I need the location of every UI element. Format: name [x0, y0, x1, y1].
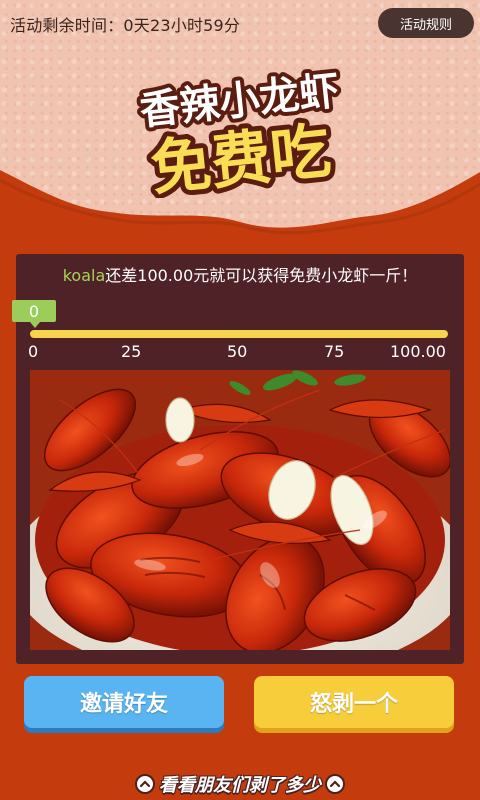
chevron-up-icon — [325, 774, 345, 794]
progress-message-text: 还差100.00元就可以获得免费小龙虾一斤！ — [105, 266, 418, 285]
tick-label: 0 — [28, 342, 39, 361]
tick-label: 50 — [227, 342, 248, 361]
tick-label: 100.00 — [390, 342, 446, 361]
crayfish-photo — [30, 370, 450, 650]
chevron-up-icon — [135, 774, 155, 794]
user-name: koala — [62, 266, 106, 285]
see-friends-label: 看看朋友们剥了多少 — [159, 775, 321, 796]
countdown-timer: 活动剩余时间：0天23小时59分 — [10, 16, 241, 35]
tick-label: 75 — [324, 342, 345, 361]
progress-card: koala还差100.00元就可以获得免费小龙虾一斤！ 0 0 25 50 75… — [12, 254, 464, 664]
bubble-pointer — [30, 322, 40, 328]
invite-friends-button[interactable]: 邀请好友 — [24, 676, 224, 728]
promo-title: 香辣小龙虾 免费吃 — [134, 68, 346, 198]
tick-label: 25 — [121, 342, 142, 361]
see-friends-link[interactable]: 看看朋友们剥了多少 — [0, 768, 480, 800]
progress-bar-fill — [30, 330, 448, 338]
activity-rules-button[interactable]: 活动规则 — [378, 8, 474, 38]
peel-one-button[interactable]: 怒剥一个 — [254, 676, 454, 728]
crayfish-illustration — [30, 370, 450, 650]
progress-value-bubble: 0 — [12, 300, 56, 322]
progress-bar — [30, 330, 448, 338]
progress-message: koala还差100.00元就可以获得免费小龙虾一斤！ — [16, 262, 464, 286]
